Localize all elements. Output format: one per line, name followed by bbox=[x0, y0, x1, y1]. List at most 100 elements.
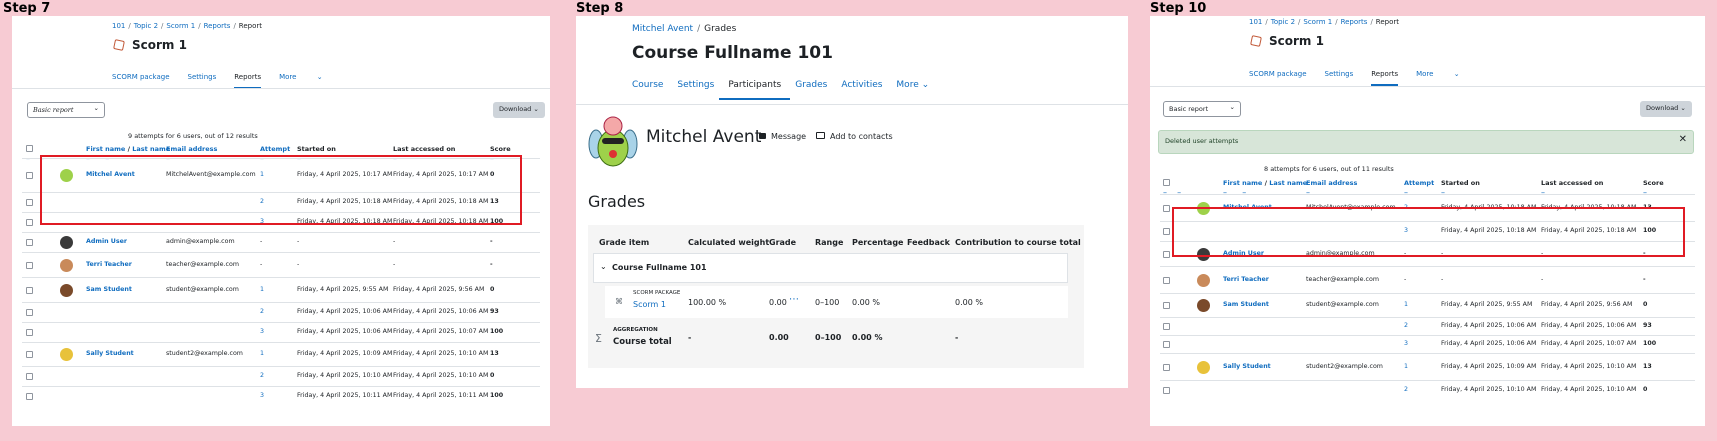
breadcrumb-reports[interactable]: Reports bbox=[1341, 18, 1368, 26]
row-checkbox[interactable] bbox=[1163, 364, 1170, 371]
row-checkbox[interactable] bbox=[26, 393, 33, 400]
tab-activities[interactable]: Activities bbox=[841, 80, 882, 100]
breadcrumb-scorm1[interactable]: Scorm 1 bbox=[1303, 18, 1332, 26]
report-type-select[interactable]: Basic report bbox=[27, 102, 105, 118]
add-contact-button[interactable]: Add to contacts bbox=[816, 132, 893, 141]
started-on: Friday, 4 April 2025, 10:06 AM bbox=[297, 308, 393, 315]
tab-reports[interactable]: Reports bbox=[234, 73, 262, 89]
report-type-select[interactable]: Basic report bbox=[1163, 101, 1241, 117]
row-checkbox[interactable] bbox=[1163, 341, 1170, 348]
table-row: 2 Friday, 4 April 2025, 10:10 AM Friday, 4… bbox=[22, 366, 540, 386]
sort-last-name[interactable]: Last name bbox=[1269, 179, 1307, 187]
breadcrumb-101[interactable]: 101 bbox=[112, 22, 125, 30]
row-checkbox[interactable] bbox=[26, 373, 33, 380]
attempt-number[interactable]: 2 bbox=[1404, 322, 1408, 329]
row-checkbox[interactable] bbox=[26, 262, 33, 269]
user-name-link[interactable]: Admin User bbox=[86, 238, 127, 245]
grade-actions-menu[interactable]: ⋯ bbox=[789, 294, 799, 305]
tab-course[interactable]: Course bbox=[632, 80, 663, 100]
started-on: Friday, 4 April 2025, 10:06 AM bbox=[297, 328, 393, 335]
tab-more[interactable]: More ⌄ bbox=[896, 80, 929, 100]
row-checkbox[interactable] bbox=[26, 329, 33, 336]
col-score-header[interactable]: Score bbox=[490, 145, 511, 153]
row-checkbox[interactable] bbox=[1163, 205, 1170, 212]
sort-first-name[interactable]: First name bbox=[86, 145, 125, 153]
download-button[interactable]: Download ⌄ bbox=[1640, 101, 1692, 117]
tab-more-label: More bbox=[896, 80, 919, 90]
collapse-category-icon[interactable]: ⌄ bbox=[600, 262, 607, 271]
row-checkbox[interactable] bbox=[26, 239, 33, 246]
attempt-number[interactable]: 1 bbox=[260, 286, 264, 293]
breadcrumb-101[interactable]: 101 bbox=[1249, 18, 1262, 26]
breadcrumb-topic2[interactable]: Topic 2 bbox=[1271, 18, 1295, 26]
tab-settings[interactable]: Settings bbox=[188, 73, 217, 89]
user-name-link[interactable]: Sam Student bbox=[1223, 301, 1269, 308]
row-checkbox[interactable] bbox=[26, 219, 33, 226]
row-checkbox[interactable] bbox=[26, 199, 33, 206]
attempt-number[interactable]: 2 bbox=[1404, 386, 1408, 393]
col-email-header[interactable]: Email address bbox=[166, 145, 217, 153]
tab-settings[interactable]: Settings bbox=[1325, 70, 1354, 86]
user-name-link[interactable]: Sally Student bbox=[86, 350, 134, 357]
table-row: 3 Friday, 4 April 2025, 10:11 AM Friday, 4… bbox=[22, 386, 540, 406]
tab-scorm-package[interactable]: SCORM package bbox=[1249, 70, 1307, 86]
attempt-number[interactable]: 2 bbox=[260, 308, 264, 315]
row-checkbox[interactable] bbox=[26, 287, 33, 294]
row-checkbox[interactable] bbox=[1163, 302, 1170, 309]
item-link-scorm1[interactable]: Scorm 1 bbox=[633, 300, 666, 309]
item-contribution: 0.00 % bbox=[955, 298, 983, 307]
item-weight: 100.00 % bbox=[688, 298, 727, 307]
download-button[interactable]: Download ⌄ bbox=[493, 102, 545, 118]
row-checkbox[interactable] bbox=[1163, 228, 1170, 235]
col-attempt-header[interactable]: Attempt bbox=[260, 145, 290, 153]
attempt-number[interactable]: 3 bbox=[260, 392, 264, 399]
select-all-checkbox[interactable] bbox=[1163, 179, 1170, 186]
tab-more-label: More bbox=[1416, 70, 1434, 78]
col-started-header[interactable]: Started on bbox=[1441, 179, 1480, 187]
row-checkbox[interactable] bbox=[1163, 387, 1170, 394]
attempt-number[interactable]: 2 bbox=[260, 372, 264, 379]
row-checkbox[interactable] bbox=[26, 351, 33, 358]
attempt-number[interactable]: 3 bbox=[260, 328, 264, 335]
tab-more[interactable]: More ⌄ bbox=[1416, 70, 1459, 86]
user-email: student2@example.com bbox=[166, 350, 243, 357]
row-checkbox[interactable] bbox=[1163, 323, 1170, 330]
col-attempt-header[interactable]: Attempt bbox=[1404, 179, 1434, 187]
last-accessed-on: Friday, 4 April 2025, 10:07 AM bbox=[393, 328, 489, 335]
attempt-number[interactable]: 1 bbox=[1404, 301, 1408, 308]
breadcrumb-scorm1[interactable]: Scorm 1 bbox=[166, 22, 195, 30]
tab-more[interactable]: More ⌄ bbox=[279, 73, 322, 89]
col-started-header[interactable]: Started on bbox=[297, 145, 336, 153]
row-checkbox[interactable] bbox=[26, 309, 33, 316]
row-checkbox[interactable] bbox=[1163, 251, 1170, 258]
select-all-checkbox[interactable] bbox=[26, 145, 33, 152]
user-name-link[interactable]: Sally Student bbox=[1223, 363, 1271, 370]
tab-grades[interactable]: Grades bbox=[795, 80, 827, 100]
sort-last-name[interactable]: Last name bbox=[132, 145, 170, 153]
row-checkbox[interactable] bbox=[26, 172, 33, 179]
user-name-link[interactable]: Sam Student bbox=[86, 286, 132, 293]
col-score-header[interactable]: Score bbox=[1643, 179, 1664, 187]
row-checkbox[interactable] bbox=[1163, 277, 1170, 284]
attempt-number[interactable]: 3 bbox=[1404, 340, 1408, 347]
user-name-link[interactable]: Terri Teacher bbox=[86, 261, 132, 268]
col-last-accessed-header[interactable]: Last accessed on bbox=[393, 145, 455, 153]
breadcrumb-reports[interactable]: Reports bbox=[204, 22, 231, 30]
close-icon[interactable]: ✕ bbox=[1679, 134, 1687, 145]
tab-reports[interactable]: Reports bbox=[1371, 70, 1399, 86]
attempt-number[interactable]: 1 bbox=[260, 350, 264, 357]
highlight-box bbox=[40, 155, 522, 225]
tab-settings[interactable]: Settings bbox=[677, 80, 714, 100]
nav-divider bbox=[576, 104, 1128, 105]
tab-participants[interactable]: Participants bbox=[719, 80, 791, 100]
col-last-accessed-header[interactable]: Last accessed on bbox=[1541, 179, 1603, 187]
col-email-header[interactable]: Email address bbox=[1306, 179, 1357, 187]
page-title-text: Scorm 1 bbox=[1269, 34, 1324, 48]
sort-first-name[interactable]: First name bbox=[1223, 179, 1262, 187]
breadcrumb-user[interactable]: Mitchel Avent bbox=[632, 24, 693, 34]
breadcrumb-topic2[interactable]: Topic 2 bbox=[134, 22, 158, 30]
message-button[interactable]: Message bbox=[759, 132, 806, 141]
user-name-link[interactable]: Terri Teacher bbox=[1223, 276, 1269, 283]
attempt-number[interactable]: 1 bbox=[1404, 363, 1408, 370]
tab-scorm-package[interactable]: SCORM package bbox=[112, 73, 170, 89]
